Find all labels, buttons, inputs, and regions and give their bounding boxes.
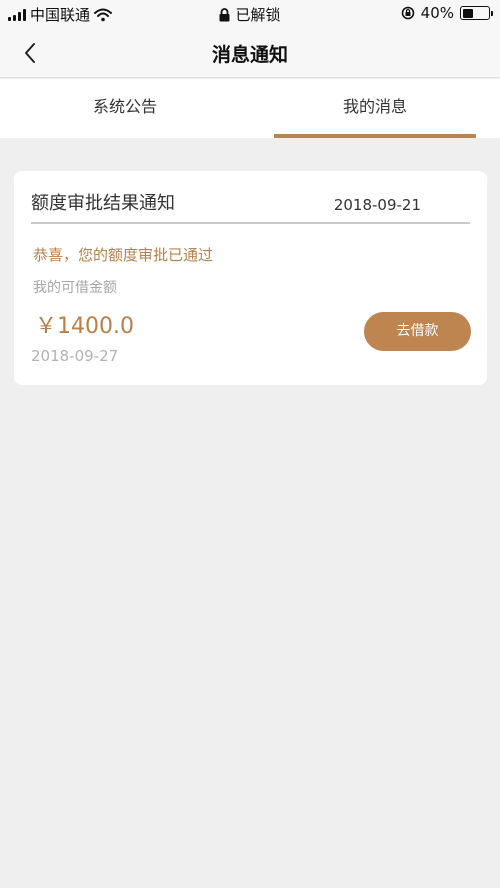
- divider: [31, 222, 470, 224]
- tab-system-announcements[interactable]: 系统公告: [0, 79, 250, 138]
- message-card[interactable]: 额度审批结果通知 2018-09-21 恭喜，您的额度审批已通过 我的可借金额 …: [14, 171, 487, 385]
- lock-status: 已解锁: [235, 6, 281, 24]
- amount-date: 2018-09-27: [31, 347, 119, 365]
- message-title: 额度审批结果通知: [31, 193, 175, 214]
- message-date: 2018-09-21: [333, 196, 421, 214]
- battery-percent: 40%: [420, 4, 454, 22]
- nav-bar: 消息通知: [0, 28, 500, 78]
- tab-my-messages[interactable]: 我的消息: [250, 79, 500, 138]
- battery-icon: [460, 6, 493, 20]
- lock-icon: [219, 7, 230, 21]
- rotation-lock-icon: [401, 6, 414, 20]
- status-bar: 中国联通 已解锁 40%: [0, 0, 500, 28]
- amount-value: ￥1400.0: [35, 314, 134, 339]
- message-content: 恭喜，您的额度审批已通过: [33, 246, 214, 264]
- tab-bar: 系统公告 我的消息: [0, 79, 500, 138]
- amount-label: 我的可借金额: [33, 280, 117, 296]
- status-right: 40%: [401, 4, 493, 22]
- borrow-button[interactable]: 去借款: [364, 312, 471, 351]
- page-title: 消息通知: [211, 44, 288, 66]
